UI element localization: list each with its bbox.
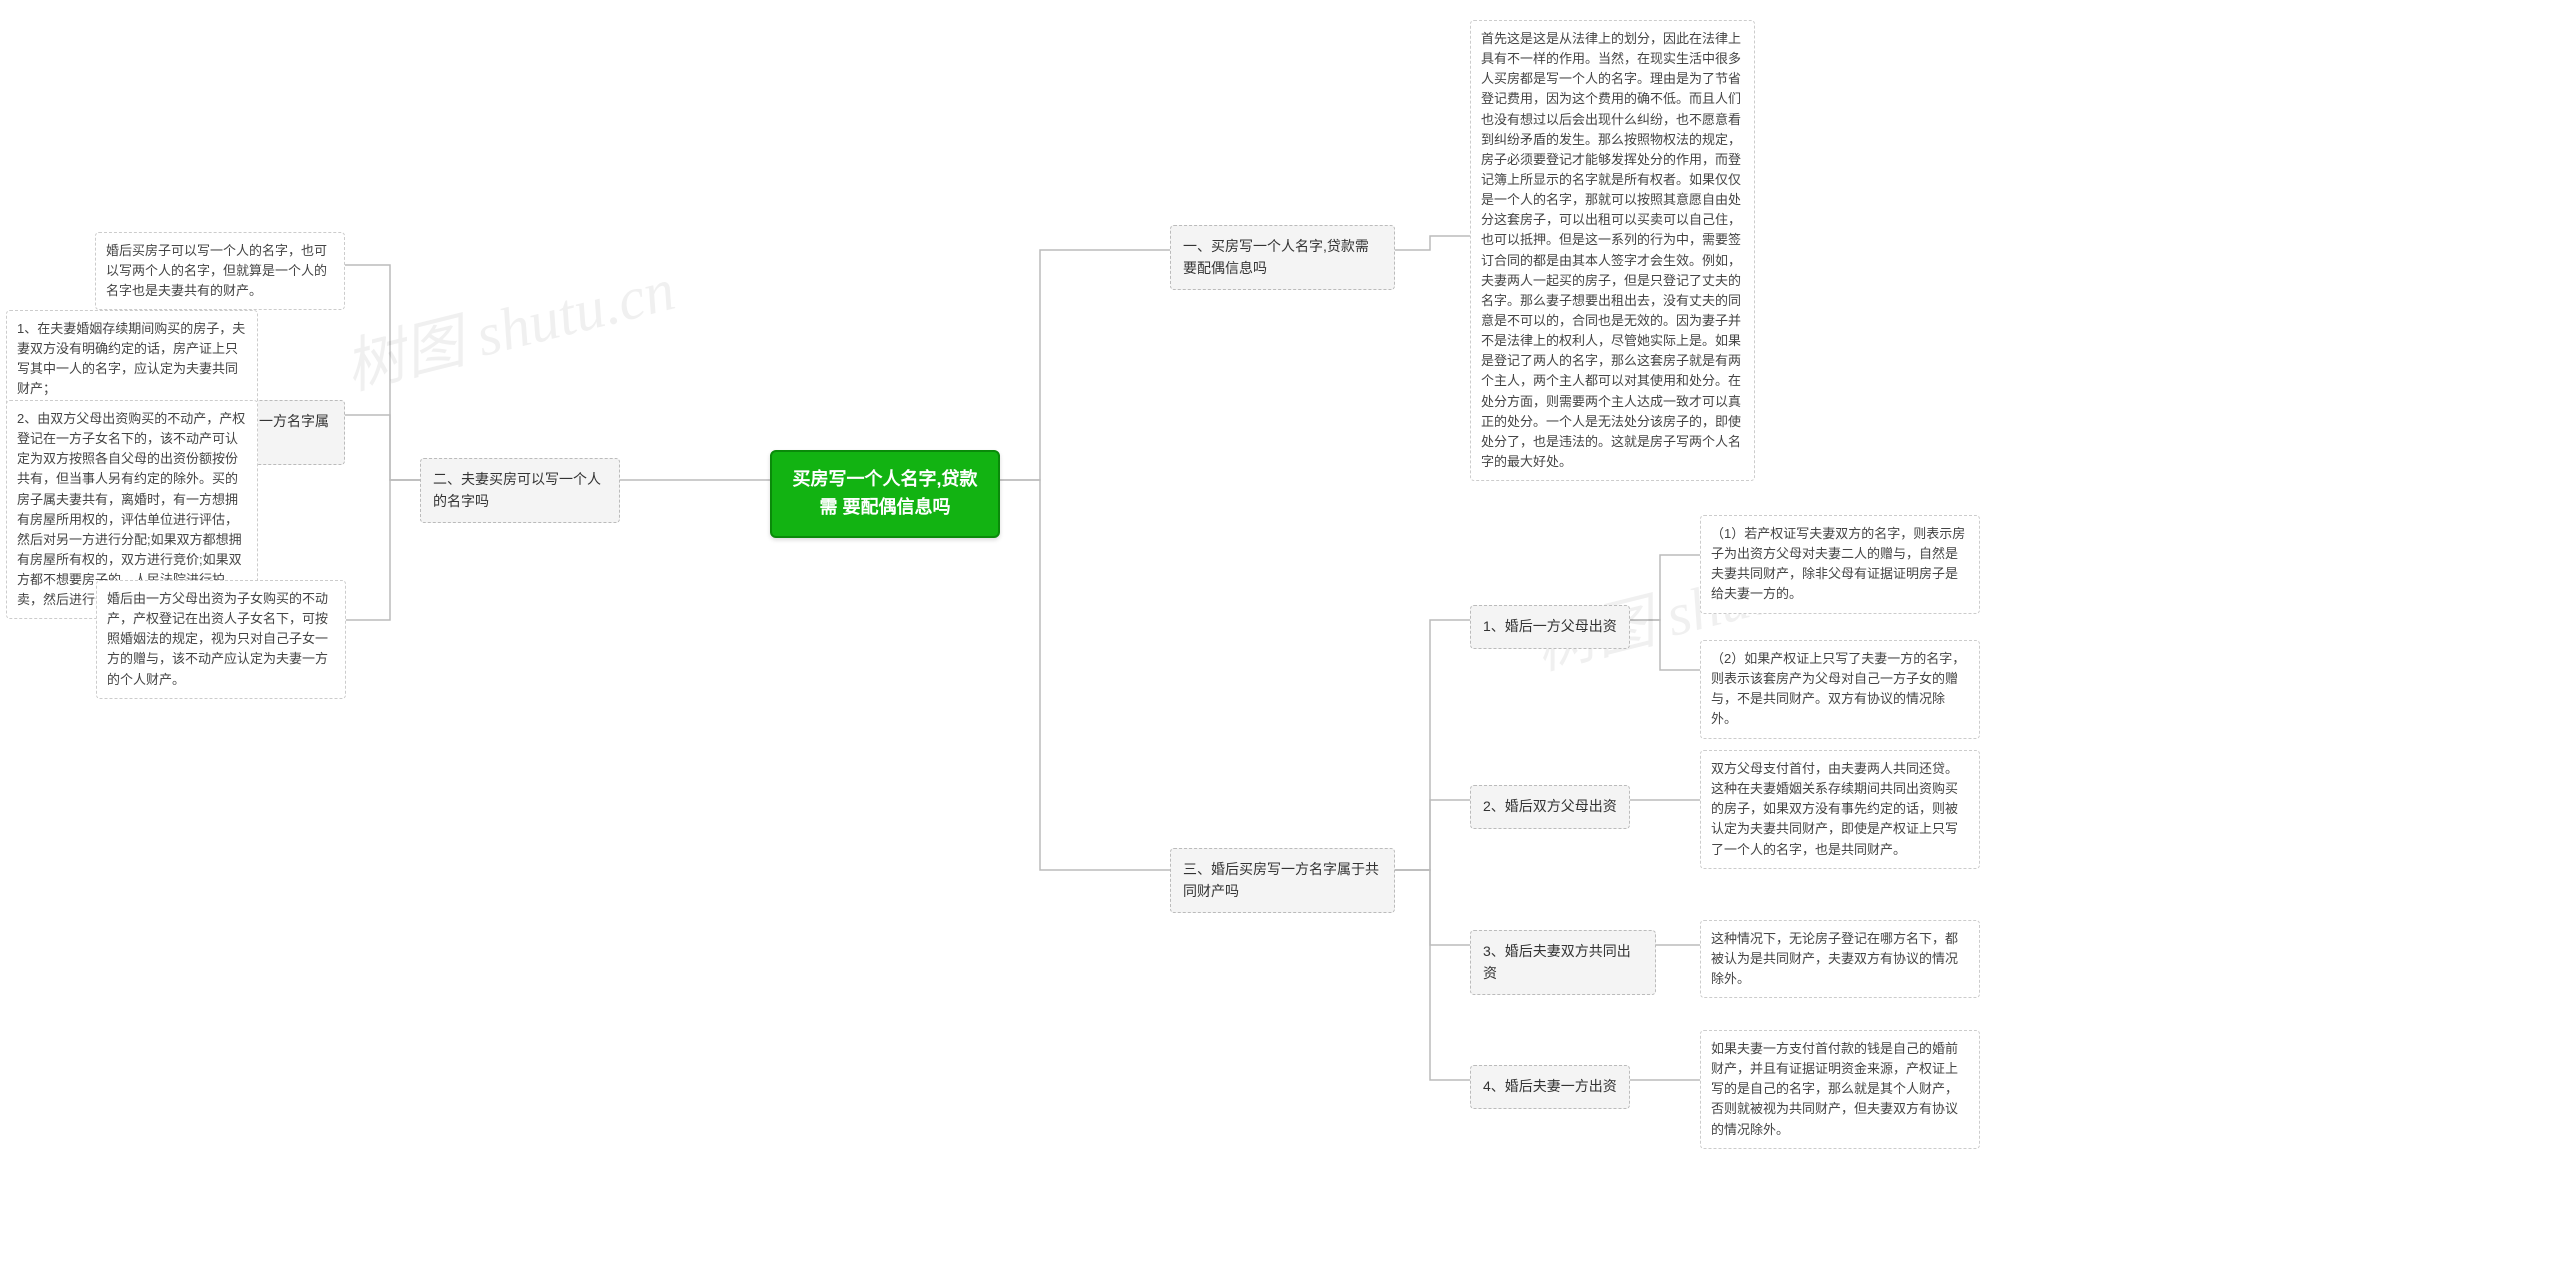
branch-3-c4[interactable]: 4、婚后夫妻一方出资	[1470, 1065, 1630, 1109]
branch-3-c1-leaf2: （2）如果产权证上只写了夫妻一方的名字，则表示该套房产为父母对自己一方子女的赠与…	[1700, 640, 1980, 739]
branch-3-c4-leaf: 如果夫妻一方支付首付款的钱是自己的婚前财产，并且有证据证明资金来源，产权证上写的…	[1700, 1030, 1980, 1149]
branch-3-c3[interactable]: 3、婚后夫妻双方共同出资	[1470, 930, 1656, 995]
root-node[interactable]: 买房写一个人名字,贷款需 要配偶信息吗	[770, 450, 1000, 538]
branch-2-c1-leaf: 婚后买房子可以写一个人的名字，也可以写两个人的名字，但就算是一个人的名字也是夫妻…	[95, 232, 345, 310]
branch-1-leaf: 首先这是这是从法律上的划分，因此在法律上具有不一样的作用。当然，在现实生活中很多…	[1470, 20, 1755, 481]
branch-2-c2-leaf1: 1、在夫妻婚姻存续期间购买的房子，夫妻双方没有明确约定的话，房产证上只写其中一人…	[6, 310, 258, 409]
branch-2[interactable]: 二、夫妻买房可以写一个人的名字吗	[420, 458, 620, 523]
branch-3-c3-leaf: 这种情况下，无论房子登记在哪方名下，都被认为是共同财产，夫妻双方有协议的情况除外…	[1700, 920, 1980, 998]
branch-3-c2[interactable]: 2、婚后双方父母出资	[1470, 785, 1630, 829]
branch-3-c2-leaf: 双方父母支付首付，由夫妻两人共同还贷。这种在夫妻婚姻关系存续期间共同出资购买的房…	[1700, 750, 1980, 869]
branch-3-c1-leaf1: （1）若产权证写夫妻双方的名字，则表示房子为出资方父母对夫妻二人的赠与，自然是夫…	[1700, 515, 1980, 614]
watermark-left: 树图 shutu.cn	[334, 241, 682, 407]
branch-2-c3-leaf: 婚后由一方父母出资为子女购买的不动产，产权登记在出资人子女名下，可按照婚姻法的规…	[96, 580, 346, 699]
branch-3-c1[interactable]: 1、婚后一方父母出资	[1470, 605, 1630, 649]
connector-lines	[0, 0, 2560, 1272]
branch-3[interactable]: 三、婚后买房写一方名字属于共同财产吗	[1170, 848, 1395, 913]
branch-1[interactable]: 一、买房写一个人名字,贷款需要配偶信息吗	[1170, 225, 1395, 290]
